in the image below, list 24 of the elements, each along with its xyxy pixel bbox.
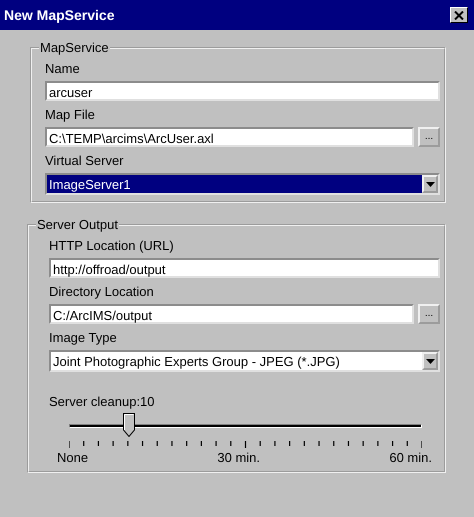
close-button[interactable] xyxy=(450,7,468,23)
browse-button[interactable]: ... xyxy=(418,304,440,324)
dropdown[interactable]: Joint Photographic Experts Group - JPEG (*.JPG) xyxy=(49,350,440,372)
field-label: Directory Location xyxy=(49,284,155,299)
text-field[interactable]: http://offroad/output xyxy=(49,258,440,278)
text-field[interactable]: arcuser xyxy=(45,81,440,101)
field-label: Image Type xyxy=(49,330,118,345)
slider-thumb[interactable] xyxy=(122,413,134,437)
scale-label: 60 min. xyxy=(389,450,432,465)
field-label: Name xyxy=(45,61,81,76)
field-label: HTTP Location (URL) xyxy=(49,238,175,253)
field-label: Virtual Server xyxy=(45,153,125,168)
close-icon xyxy=(454,10,464,20)
dropdown[interactable]: ImageServer1 xyxy=(45,173,440,195)
field-label: Map File xyxy=(45,107,96,122)
group-title: MapService xyxy=(39,40,110,55)
window-title: New MapService xyxy=(4,7,114,23)
group-title: Server Output xyxy=(36,217,119,232)
path-field[interactable]: C:\TEMP\arcims\ArcUser.axl xyxy=(45,127,414,147)
browse-button[interactable]: ... xyxy=(418,127,440,147)
scale-label: None xyxy=(57,450,88,465)
field-label: Server cleanup:10 xyxy=(49,394,156,409)
scale-label: 30 min. xyxy=(217,450,260,465)
path-field[interactable]: C:/ArcIMS/output xyxy=(49,304,414,324)
